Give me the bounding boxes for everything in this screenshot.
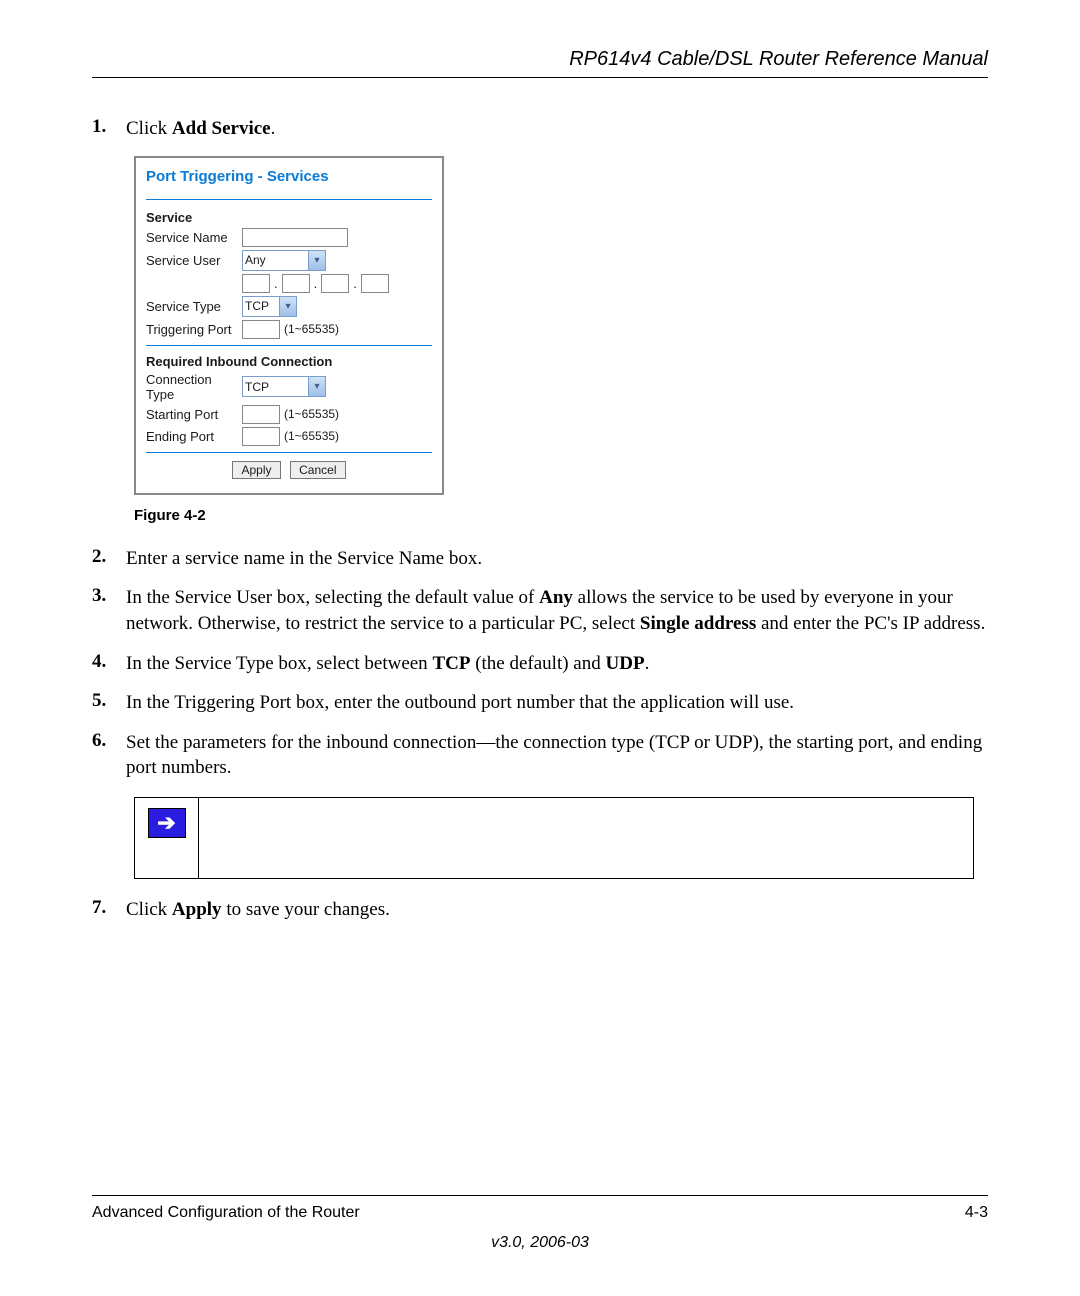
footer-row: Advanced Configuration of the Router 4-3 xyxy=(92,1204,988,1222)
service-name-input[interactable] xyxy=(242,228,348,247)
ending-port-hint: (1~65535) xyxy=(284,429,339,443)
step-6: 6. Set the parameters for the inbound co… xyxy=(92,730,988,781)
service-type-value: TCP xyxy=(245,299,269,313)
step-3: 3. In the Service User box, selecting th… xyxy=(92,585,988,636)
step-4-mid: (the default) and xyxy=(470,653,605,674)
service-type-row: Service Type TCP ▾ xyxy=(146,296,432,317)
step-2-number: 2. xyxy=(92,546,126,572)
service-type-label: Service Type xyxy=(146,299,242,314)
footer-rule xyxy=(92,1195,988,1196)
ip-octet-1-input[interactable] xyxy=(242,274,270,293)
figure-caption: Figure 4-2 xyxy=(134,507,988,524)
step-4-pre: In the Service Type box, select between xyxy=(126,653,432,674)
step-6-body: Set the parameters for the inbound conne… xyxy=(126,730,988,781)
ending-port-label: Ending Port xyxy=(146,429,242,444)
note-box: ➔ xyxy=(134,797,974,879)
connection-type-row: Connection Type TCP ▾ xyxy=(146,372,432,402)
service-section-header: Service xyxy=(146,208,432,225)
service-user-value: Any xyxy=(245,253,266,267)
ip-address-row: . . . xyxy=(242,274,432,293)
note-body xyxy=(199,798,973,878)
step-1-number: 1. xyxy=(92,116,126,142)
arrow-right-icon: ➔ xyxy=(148,808,186,838)
chevron-down-icon: ▾ xyxy=(308,377,325,396)
triggering-port-label: Triggering Port xyxy=(146,322,242,337)
step-7: 7. Click Apply to save your changes. xyxy=(92,897,988,923)
step-4-post: . xyxy=(645,653,650,674)
step-4-bold-udp: UDP xyxy=(606,653,645,674)
cancel-button[interactable]: Cancel xyxy=(290,461,345,479)
dot: . xyxy=(314,276,318,291)
starting-port-input[interactable] xyxy=(242,405,280,424)
step-7-bold-apply: Apply xyxy=(172,899,222,920)
section-separator xyxy=(146,452,432,453)
step-1-body: Click Add Service. xyxy=(126,116,988,142)
step-7-body: Click Apply to save your changes. xyxy=(126,897,988,923)
step-1-pre: Click xyxy=(126,118,172,139)
ip-octet-4-input[interactable] xyxy=(361,274,389,293)
note-icon-cell: ➔ xyxy=(135,798,199,878)
step-2-body: Enter a service name in the Service Name… xyxy=(126,546,988,572)
ip-octet-3-input[interactable] xyxy=(321,274,349,293)
ending-port-row: Ending Port (1~65535) xyxy=(146,427,432,446)
dialog-screenshot: Port Triggering - Services Service Servi… xyxy=(134,156,988,495)
step-6-number: 6. xyxy=(92,730,126,781)
step-3-number: 3. xyxy=(92,585,126,636)
starting-port-label: Starting Port xyxy=(146,407,242,422)
ip-octet-2-input[interactable] xyxy=(282,274,310,293)
inbound-section-header: Required Inbound Connection xyxy=(146,352,432,369)
service-user-row: Service User Any ▾ xyxy=(146,250,432,271)
step-4: 4. In the Service Type box, select betwe… xyxy=(92,651,988,677)
dialog-title: Port Triggering - Services xyxy=(146,164,432,200)
port-triggering-dialog: Port Triggering - Services Service Servi… xyxy=(134,156,444,495)
step-1-bold: Add Service xyxy=(172,118,271,139)
step-7-post: to save your changes. xyxy=(222,899,390,920)
service-type-select[interactable]: TCP ▾ xyxy=(242,296,297,317)
step-3-post: and enter the PC's IP address. xyxy=(756,613,985,634)
service-user-select[interactable]: Any ▾ xyxy=(242,250,326,271)
footer-version: v3.0, 2006-03 xyxy=(92,1234,988,1252)
header-rule xyxy=(92,77,988,78)
step-4-body: In the Service Type box, select between … xyxy=(126,651,988,677)
service-user-label: Service User xyxy=(146,253,242,268)
step-7-pre: Click xyxy=(126,899,172,920)
footer-section-title: Advanced Configuration of the Router xyxy=(92,1204,360,1222)
footer-page-number: 4-3 xyxy=(965,1204,988,1222)
apply-button[interactable]: Apply xyxy=(232,461,280,479)
chevron-down-icon: ▾ xyxy=(279,297,296,316)
connection-type-select[interactable]: TCP ▾ xyxy=(242,376,326,397)
dialog-button-row: Apply Cancel xyxy=(146,461,432,479)
service-name-label: Service Name xyxy=(146,230,242,245)
ending-port-input[interactable] xyxy=(242,427,280,446)
step-4-number: 4. xyxy=(92,651,126,677)
triggering-port-hint: (1~65535) xyxy=(284,322,339,336)
step-1-post: . xyxy=(271,118,276,139)
section-separator xyxy=(146,345,432,346)
step-7-number: 7. xyxy=(92,897,126,923)
step-5-number: 5. xyxy=(92,690,126,716)
step-2: 2. Enter a service name in the Service N… xyxy=(92,546,988,572)
triggering-port-row: Triggering Port (1~65535) xyxy=(146,320,432,339)
step-5: 5. In the Triggering Port box, enter the… xyxy=(92,690,988,716)
starting-port-row: Starting Port (1~65535) xyxy=(146,405,432,424)
page-footer: Advanced Configuration of the Router 4-3… xyxy=(92,1195,988,1252)
step-5-body: In the Triggering Port box, enter the ou… xyxy=(126,690,988,716)
step-1: 1. Click Add Service. xyxy=(92,116,988,142)
chevron-down-icon: ▾ xyxy=(308,251,325,270)
dot: . xyxy=(274,276,278,291)
step-3-pre: In the Service User box, selecting the d… xyxy=(126,587,539,608)
step-4-bold-tcp: TCP xyxy=(432,653,470,674)
connection-type-label: Connection Type xyxy=(146,372,242,402)
starting-port-hint: (1~65535) xyxy=(284,407,339,421)
step-3-body: In the Service User box, selecting the d… xyxy=(126,585,988,636)
service-name-row: Service Name xyxy=(146,228,432,247)
connection-type-value: TCP xyxy=(245,380,269,394)
step-3-bold-any: Any xyxy=(539,587,573,608)
triggering-port-input[interactable] xyxy=(242,320,280,339)
step-3-bold-single: Single address xyxy=(640,613,756,634)
doc-header-title: RP614v4 Cable/DSL Router Reference Manua… xyxy=(92,48,988,71)
dot: . xyxy=(353,276,357,291)
